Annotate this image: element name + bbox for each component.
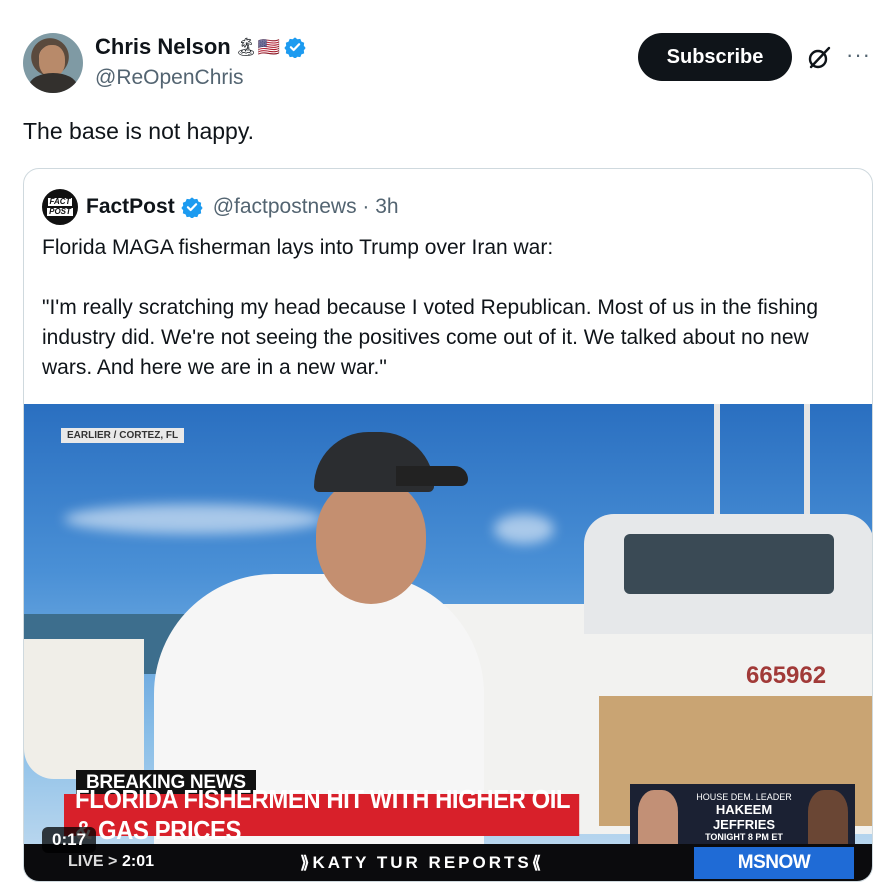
subscribe-button[interactable]: Subscribe [638, 33, 792, 81]
network-badge: MSNOW [694, 847, 854, 879]
quoted-author-handle-time[interactable]: @factpostnews · 3h [213, 195, 399, 219]
quoted-paragraph-1: Florida MAGA fisherman lays into Trump o… [42, 236, 554, 259]
news-ticker: LIVE > 2:01 ⟫KATY TUR REPORTS⟪ MSNOW [24, 844, 872, 881]
quoted-verified-badge-icon [181, 197, 203, 218]
promo-kicker: HOUSE DEM. LEADER [696, 792, 792, 802]
more-options-icon[interactable]: ··· [846, 42, 871, 68]
location-tag: EARLIER / CORTEZ, FL [61, 428, 185, 443]
ticker-live: LIVE > [68, 853, 118, 870]
author-handle[interactable]: @ReOpenChris [95, 66, 244, 90]
promo-text: HOUSE DEM. LEADER HAKEEM JEFFRIES TONIGH… [684, 792, 804, 842]
quoted-post-header: FACT POST FactPost @factpostnews · 3h [42, 189, 399, 225]
verified-badge-icon[interactable] [284, 36, 306, 58]
author-display-name[interactable]: Chris Nelson [95, 34, 231, 60]
tweet-text: The base is not happy. [23, 118, 254, 144]
quoted-paragraph-2: "I'm really scratching my head because I… [42, 296, 819, 379]
promo-face-left [638, 790, 678, 844]
fisherman-head [316, 479, 426, 604]
quoted-post-text: Florida MAGA fisherman lays into Trump o… [42, 233, 852, 413]
ticker-time: 2:01 [122, 853, 155, 870]
avatar-body [29, 73, 77, 93]
promo-name: HAKEEM JEFFRIES [712, 802, 776, 832]
quoted-author-name[interactable]: FactPost [86, 195, 175, 219]
promo-box: HOUSE DEM. LEADER HAKEEM JEFFRIES TONIGH… [630, 784, 855, 844]
news-headline: FLORIDA FISHERMEN HIT WITH HIGHER OIL & … [64, 784, 580, 845]
promo-face-right [808, 790, 848, 844]
video-player[interactable]: 665962 EARLIER / CORTEZ, FL BREAKING NEW… [24, 404, 872, 881]
left-boat [24, 639, 144, 779]
factpost-avatar-bottom: POST [47, 207, 73, 216]
author-avatar[interactable] [23, 33, 83, 93]
author-name-line: Chris Nelson 🏝🇺🇸 [95, 34, 306, 60]
quoted-post[interactable]: FACT POST FactPost @factpostnews · 3h Fl… [23, 168, 873, 882]
cloud [494, 514, 554, 544]
factpost-avatar[interactable]: FACT POST [42, 189, 78, 225]
grok-icon[interactable] [806, 45, 832, 71]
factpost-avatar-top: FACT [47, 197, 73, 206]
hull-number: 665962 [746, 662, 827, 689]
author-emojis: 🏝🇺🇸 [234, 36, 280, 58]
video-timestamp: 0:17 [42, 827, 97, 853]
fisherman-cap-brim [396, 466, 468, 486]
cloud [64, 504, 324, 534]
promo-time: TONIGHT 8 PM ET [705, 832, 783, 842]
boat-window [624, 534, 834, 594]
ticker-show-name: ⟫KATY TUR REPORTS⟪ [300, 853, 545, 872]
